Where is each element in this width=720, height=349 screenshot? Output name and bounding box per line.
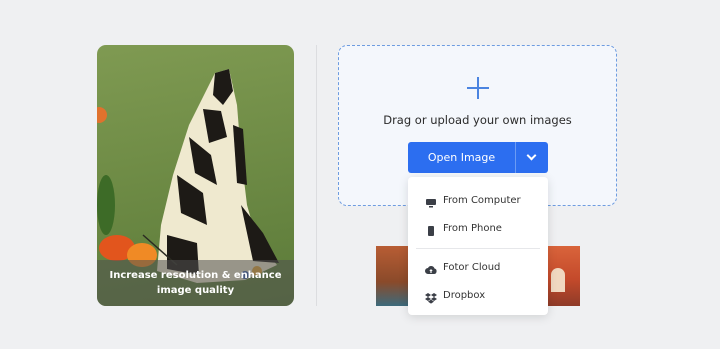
- chevron-down-icon: [526, 150, 537, 161]
- menu-item-from-phone[interactable]: From Phone: [408, 215, 548, 241]
- feature-card[interactable]: Increase resolution & enhance image qual…: [97, 45, 294, 306]
- flower-decoration: [97, 107, 107, 123]
- menu-item-label: Fotor Cloud: [443, 261, 501, 273]
- menu-item-label: Dropbox: [443, 289, 486, 301]
- menu-item-from-computer[interactable]: From Computer: [408, 187, 548, 213]
- menu-divider: [416, 248, 540, 249]
- menu-item-label: From Computer: [443, 194, 521, 206]
- open-image-button[interactable]: Open Image: [408, 142, 515, 173]
- open-image-split-button[interactable]: Open Image: [408, 142, 548, 173]
- sample-image-thumbnail[interactable]: [376, 246, 410, 306]
- plus-icon[interactable]: [467, 77, 489, 99]
- upload-hint: Drag or upload your own images: [383, 113, 572, 127]
- leaf-decoration: [97, 175, 115, 235]
- open-image-dropdown-menu: From Computer From Phone Fotor Cloud Dro…: [408, 177, 548, 315]
- menu-item-label: From Phone: [443, 222, 502, 234]
- feature-caption: Increase resolution & enhance image qual…: [97, 260, 294, 306]
- menu-item-dropbox[interactable]: Dropbox: [408, 282, 548, 308]
- phone-icon: [425, 222, 437, 236]
- butterfly-image: [142, 69, 279, 283]
- cloud-upload-icon: [425, 261, 437, 274]
- computer-icon: [425, 194, 437, 208]
- dropbox-icon: [425, 289, 437, 304]
- sample-image-thumbnail[interactable]: [546, 246, 580, 306]
- vertical-divider: [316, 45, 317, 306]
- dropdown-toggle[interactable]: [516, 142, 548, 173]
- menu-item-fotor-cloud[interactable]: Fotor Cloud: [408, 254, 548, 280]
